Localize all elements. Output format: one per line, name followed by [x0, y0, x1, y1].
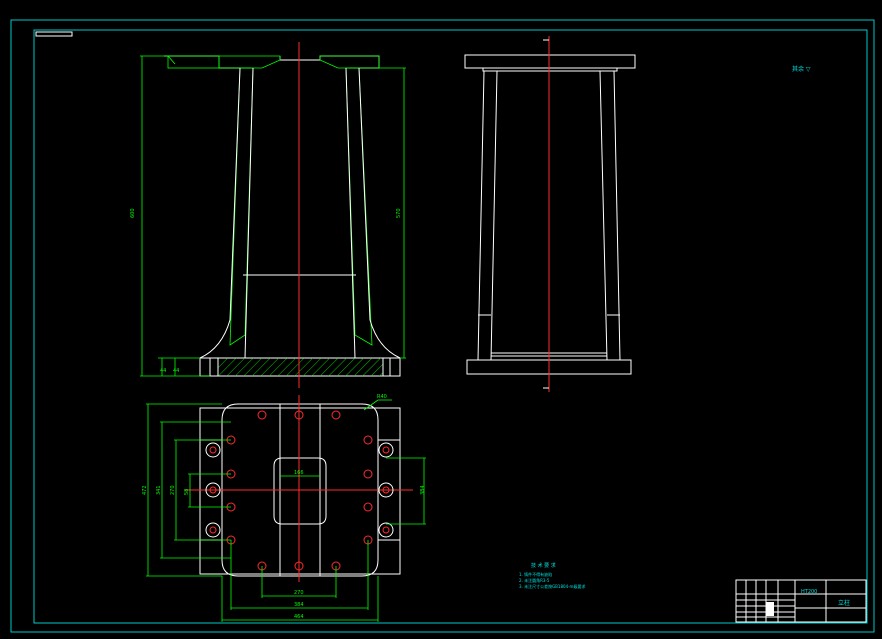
cad-drawing: 600 570 44 44 其余 ▽ 472 341 270 58 384 16…	[10, 19, 875, 633]
plan-bottom-dim-3: 464	[294, 614, 304, 620]
plan-corner-radius-label: R40	[377, 394, 387, 400]
roughness-note: 其余 ▽	[792, 65, 811, 73]
front-left-height-dim: 600	[130, 208, 136, 218]
plan-inner3-dim: 58	[184, 489, 190, 495]
front-section-view: 600 570 44 44	[130, 42, 406, 388]
plan-inner2-dim: 270	[170, 485, 176, 495]
plan-bottom-dim-1: 270	[294, 590, 304, 596]
sheet-frame	[10, 19, 875, 633]
front-right-height-dim: 570	[396, 208, 402, 218]
notes-heading: 技 术 要 求	[531, 562, 556, 569]
part-name-label: 立柱	[838, 599, 850, 607]
material-label: HT200	[801, 589, 817, 595]
plan-bottom-dim-2: 384	[294, 602, 304, 608]
plan-top-center-dim: 166	[294, 470, 304, 476]
technical-notes: 技 术 要 求 1. 铸件不得有缺陷 2. 未注圆角R3-5 3. 未注尺寸公差…	[519, 562, 585, 589]
plan-right-dim: 384	[420, 485, 426, 495]
note-item-1: 1. 铸件不得有缺陷	[519, 571, 552, 577]
plan-overall-height-dim: 472	[142, 485, 148, 495]
front-base-dim-b: 44	[173, 368, 179, 374]
title-block: HT200 立柱	[735, 579, 867, 623]
note-item-2: 2. 未注圆角R3-5	[519, 577, 550, 583]
front-base-dim-a: 44	[160, 368, 166, 374]
plan-view: 472 341 270 58 384 166 270 384 464 R40	[142, 394, 426, 622]
plan-inner-height-dim: 341	[156, 485, 162, 495]
side-view	[464, 36, 636, 392]
note-item-3: 3. 未注尺寸公差按GB1804-m级要求	[519, 583, 585, 589]
